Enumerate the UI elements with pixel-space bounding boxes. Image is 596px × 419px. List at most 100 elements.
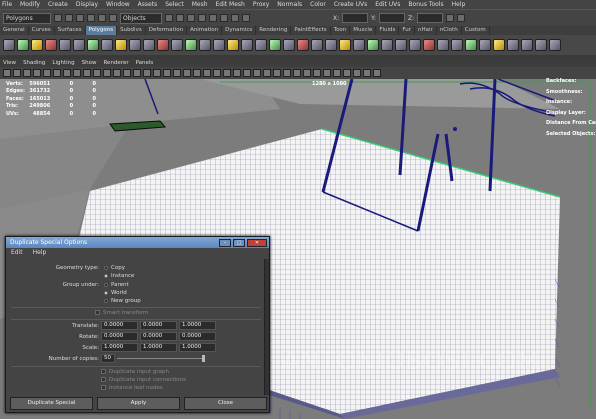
panel-tool-icon[interactable] [123,69,131,77]
shelf-tool-icon[interactable] [367,39,379,51]
panel-tool-icon[interactable] [103,69,111,77]
copies-slider-handle[interactable] [202,355,205,362]
shelf-tab-fur[interactable]: Fur [399,26,416,35]
shelf-tool-icon[interactable] [479,39,491,51]
scale-y-field[interactable]: 1.0000 [140,343,177,352]
shelf-tool-icon[interactable] [129,39,141,51]
panel-menu-shading[interactable]: Shading [23,60,45,66]
menu-file[interactable]: File [2,1,12,8]
panel-tool-icon[interactable] [373,69,381,77]
dialog-titlebar[interactable]: Duplicate Special Options – □ ✕ [6,237,269,248]
z-field[interactable] [417,13,444,23]
menu-normals[interactable]: Normals [277,1,302,8]
panel-tool-icon[interactable] [343,69,351,77]
menu-mesh[interactable]: Mesh [192,1,208,8]
shelf-tool-icon[interactable] [17,39,29,51]
geometry-instance-radio[interactable]: Instance [104,273,134,279]
shelf-tool-icon[interactable] [157,39,169,51]
panel-tool-icon[interactable] [363,69,371,77]
panel-menu-renderer[interactable]: Renderer [103,60,128,66]
shelf-tool-icon[interactable] [353,39,365,51]
panel-tool-icon[interactable] [233,69,241,77]
shelf-tab-dynamics[interactable]: Dynamics [222,26,257,35]
shelf-tool-icon[interactable] [437,39,449,51]
apply-button[interactable]: Apply [97,397,180,410]
panel-tool-icon[interactable] [273,69,281,77]
shelf-tool-icon[interactable] [381,39,393,51]
panel-tool-icon[interactable] [303,69,311,77]
panel-tool-icon[interactable] [13,69,21,77]
duplicate-special-button[interactable]: Duplicate Special [10,397,93,410]
menu-display[interactable]: Display [76,1,98,8]
snap-grid-icon[interactable] [165,14,173,22]
shelf-tool-icon[interactable] [101,39,113,51]
shelf-tab-deformation[interactable]: Deformation [146,26,188,35]
panel-tool-icon[interactable] [183,69,191,77]
shelf-tool-icon[interactable] [45,39,57,51]
menu-proxy[interactable]: Proxy [253,1,269,8]
panel-tool-icon[interactable] [43,69,51,77]
group-parent-radio[interactable]: Parent [104,282,129,288]
minimize-icon[interactable]: – [219,238,231,247]
shelf-tool-icon[interactable] [409,39,421,51]
panel-menu-view[interactable]: View [3,60,16,66]
select-component-icon[interactable] [109,14,117,22]
panel-tool-icon[interactable] [213,69,221,77]
render-settings-icon[interactable] [242,14,250,22]
input-graph-checkbox[interactable]: Duplicate input graph [101,369,169,375]
shelf-tool-icon[interactable] [59,39,71,51]
shelf-tool-icon[interactable] [311,39,323,51]
shelf-tab-polygons[interactable]: Polygons [85,26,118,35]
shelf-tool-icon[interactable] [549,39,561,51]
shelf-tab-general[interactable]: General [0,26,29,35]
menu-modify[interactable]: Modify [20,1,40,8]
history-icon[interactable] [209,14,217,22]
maximize-icon[interactable]: □ [233,238,245,247]
panel-tool-icon[interactable] [33,69,41,77]
rotate-x-field[interactable]: 0.0000 [101,332,138,341]
panel-tool-icon[interactable] [353,69,361,77]
panel-tool-icon[interactable] [153,69,161,77]
panel-menu-show[interactable]: Show [82,60,97,66]
shelf-tab-curves[interactable]: Curves [29,26,55,35]
panel-tool-icon[interactable] [163,69,171,77]
group-newgroup-radio[interactable]: New group [104,298,141,304]
x-field[interactable] [342,13,369,23]
translate-y-field[interactable]: 0.0000 [140,321,177,330]
snap-point-icon[interactable] [187,14,195,22]
panel-tool-icon[interactable] [283,69,291,77]
translate-z-field[interactable]: 1.0000 [179,321,216,330]
panel-tool-icon[interactable] [193,69,201,77]
shelf-tool-icon[interactable] [199,39,211,51]
panel-menu-panels[interactable]: Panels [136,60,154,66]
shelf-tool-icon[interactable] [507,39,519,51]
shelf-tab-painteffects[interactable]: PaintEffects [291,26,331,35]
shelf-tool-icon[interactable] [423,39,435,51]
ipr-render-icon[interactable] [231,14,239,22]
dialog-scrollbar[interactable] [264,259,269,395]
panel-tool-icon[interactable] [23,69,31,77]
shelf-tab-subdivs[interactable]: Subdivs [117,26,146,35]
input-connections-checkbox[interactable]: Duplicate input connections [101,377,186,383]
panel-tool-icon[interactable] [293,69,301,77]
shelf-tool-icon[interactable] [297,39,309,51]
save-scene-icon[interactable] [76,14,84,22]
panel-tool-icon[interactable] [323,69,331,77]
shelf-tab-animation[interactable]: Animation [187,26,223,35]
translate-x-field[interactable]: 0.0000 [101,321,138,330]
shelf-tool-icon[interactable] [143,39,155,51]
menu-select[interactable]: Select [165,1,184,8]
shelf-tool-icon[interactable] [241,39,253,51]
panel-tool-icon[interactable] [73,69,81,77]
shelf-tool-icon[interactable] [3,39,15,51]
panel-tool-icon[interactable] [133,69,141,77]
shelf-tool-icon[interactable] [185,39,197,51]
snap-surface-icon[interactable] [198,14,206,22]
shelf-tab-rendering[interactable]: Rendering [256,26,292,35]
menu-edit-mesh[interactable]: Edit Mesh [216,1,245,8]
shelf-tool-icon[interactable] [115,39,127,51]
snap-curve-icon[interactable] [176,14,184,22]
shelf-tool-icon[interactable] [227,39,239,51]
rotate-z-field[interactable]: 0.0000 [179,332,216,341]
shelf-tab-nhair[interactable]: nHair [415,26,437,35]
